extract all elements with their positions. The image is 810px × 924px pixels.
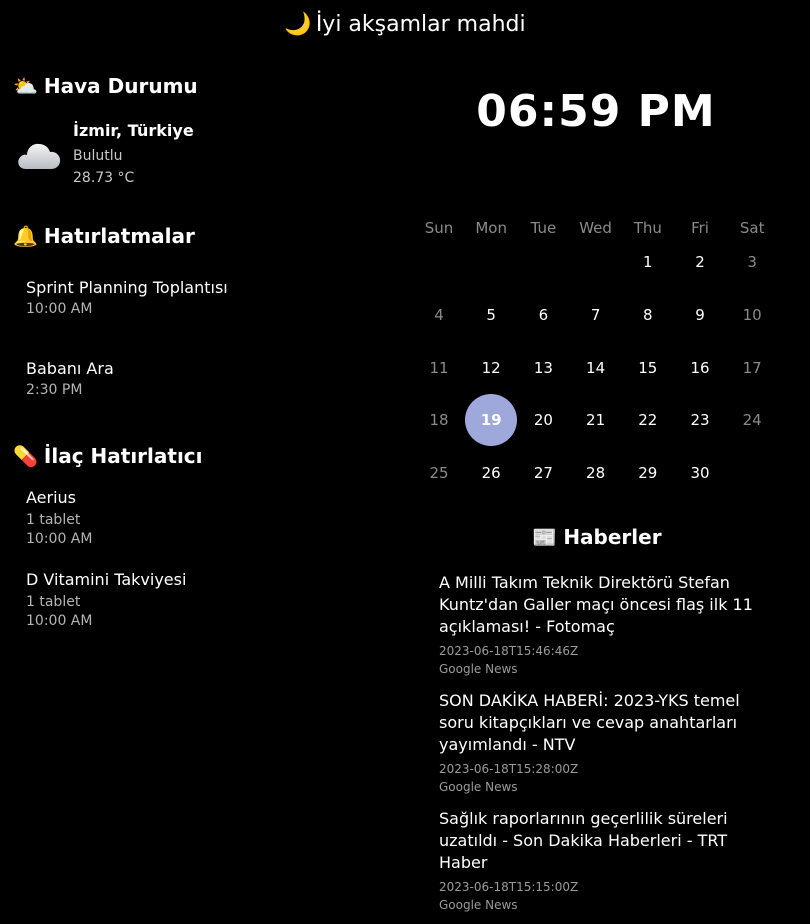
calendar-weekday-fri: Fri — [691, 219, 709, 237]
calendar-day[interactable]: 28 — [570, 463, 622, 483]
news-item[interactable]: Sağlık raporlarının geçerlilik süreleri … — [439, 808, 769, 914]
reminder-item-title[interactable]: Babanı Ara — [26, 358, 114, 380]
calendar-day[interactable]: 1 — [622, 252, 674, 272]
greeting: 🌙 İyi akşamlar mahdi — [0, 10, 810, 40]
calendar-day[interactable]: 12 — [465, 358, 517, 378]
news-date: 2023-06-18T15:15:00Z — [439, 880, 579, 894]
calendar-day[interactable]: 17 — [726, 358, 778, 378]
medication-title: İlaç Hatırlatıcı — [43, 444, 203, 468]
sun-behind-cloud-icon: ⛅ — [13, 74, 38, 98]
medication-section-title: 💊 İlaç Hatırlatıcı — [13, 442, 203, 470]
calendar-day[interactable]: 14 — [570, 358, 622, 378]
cloud-icon — [18, 143, 61, 169]
reminder-item-time: 10:00 AM — [26, 301, 93, 317]
calendar-weekday-sat: Sat — [739, 219, 765, 237]
medication-item-dose: 1 tablet — [26, 512, 81, 528]
news-headline[interactable]: SON DAKİKA HABERİ: 2023-YKS temel soru k… — [439, 690, 769, 756]
calendar-day[interactable]: 4 — [413, 305, 465, 325]
pill-icon: 💊 — [13, 444, 38, 468]
weather-temperature: 28.73 °C — [73, 170, 135, 186]
calendar-weekday-wed: Wed — [579, 219, 612, 237]
calendar-day[interactable]: 24 — [726, 410, 778, 430]
calendar-day-selected[interactable]: 19 — [465, 410, 517, 430]
news-item[interactable]: A Milli Takım Teknik Direktörü Stefan Ku… — [439, 572, 769, 678]
calendar-day[interactable]: 18 — [413, 410, 465, 430]
calendar-weekday-mon: Mon — [475, 219, 507, 237]
reminders-section-title: 🔔 Hatırlatmalar — [13, 222, 195, 250]
news-source: Google News — [439, 780, 518, 794]
calendar-weekday-sun: Sun — [424, 219, 454, 237]
calendar-weekday-thu: Thu — [633, 219, 662, 237]
news-item[interactable]: SON DAKİKA HABERİ: 2023-YKS temel soru k… — [439, 690, 769, 796]
medication-item-time: 10:00 AM — [26, 531, 93, 547]
calendar-day[interactable]: 27 — [517, 463, 569, 483]
news-headline[interactable]: A Milli Takım Teknik Direktörü Stefan Ku… — [439, 572, 769, 638]
news-date: 2023-06-18T15:28:00Z — [439, 762, 579, 776]
calendar-day[interactable]: 11 — [413, 358, 465, 378]
newspaper-icon: 📰 — [532, 525, 558, 549]
clock: 06:59 PM — [476, 86, 716, 137]
news-source: Google News — [439, 662, 518, 676]
calendar-day[interactable]: 5 — [465, 305, 517, 325]
calendar-weekday-tue: Tue — [530, 219, 557, 237]
weather-description: Bulutlu — [73, 148, 123, 164]
reminders-title: Hatırlatmalar — [43, 224, 195, 248]
news-headline[interactable]: Sağlık raporlarının geçerlilik süreleri … — [439, 808, 769, 874]
bell-icon: 🔔 — [13, 224, 38, 248]
calendar-day[interactable]: 15 — [622, 358, 674, 378]
calendar-day[interactable]: 13 — [517, 358, 569, 378]
calendar-day[interactable]: 20 — [517, 410, 569, 430]
calendar-day[interactable]: 16 — [674, 358, 726, 378]
medication-item-name[interactable]: D Vitamini Takviyesi — [26, 569, 186, 591]
weather-title: Hava Durumu — [43, 74, 198, 98]
weather-section-title: ⛅ Hava Durumu — [13, 72, 198, 100]
medication-item-dose: 1 tablet — [26, 594, 81, 610]
calendar-day[interactable]: 22 — [622, 410, 674, 430]
news-section-title: 📰 Haberler — [411, 522, 783, 552]
calendar-day[interactable]: 9 — [674, 305, 726, 325]
calendar-day[interactable]: 30 — [674, 463, 726, 483]
calendar-day[interactable]: 8 — [622, 305, 674, 325]
weather-city: İzmir, Türkiye — [73, 121, 194, 140]
calendar-day[interactable]: 7 — [570, 305, 622, 325]
reminder-item-time: 2:30 PM — [26, 382, 83, 398]
greeting-text: İyi akşamlar mahdi — [315, 12, 526, 37]
calendar-day[interactable]: 26 — [465, 463, 517, 483]
calendar-day[interactable]: 3 — [726, 252, 778, 272]
calendar-day[interactable]: 23 — [674, 410, 726, 430]
calendar-day[interactable]: 21 — [570, 410, 622, 430]
medication-item-time: 10:00 AM — [26, 613, 93, 629]
calendar-day[interactable]: 10 — [726, 305, 778, 325]
news-source: Google News — [439, 898, 518, 912]
medication-item-name[interactable]: Aerius — [26, 487, 76, 509]
calendar-day[interactable]: 25 — [413, 463, 465, 483]
moon-icon: 🌙 — [284, 12, 312, 37]
calendar-day[interactable]: 29 — [622, 463, 674, 483]
reminder-item-title[interactable]: Sprint Planning Toplantısı — [26, 277, 228, 299]
calendar-day[interactable]: 2 — [674, 252, 726, 272]
calendar-day[interactable]: 6 — [517, 305, 569, 325]
news-title: Haberler — [563, 525, 662, 549]
news-date: 2023-06-18T15:46:46Z — [439, 644, 579, 658]
